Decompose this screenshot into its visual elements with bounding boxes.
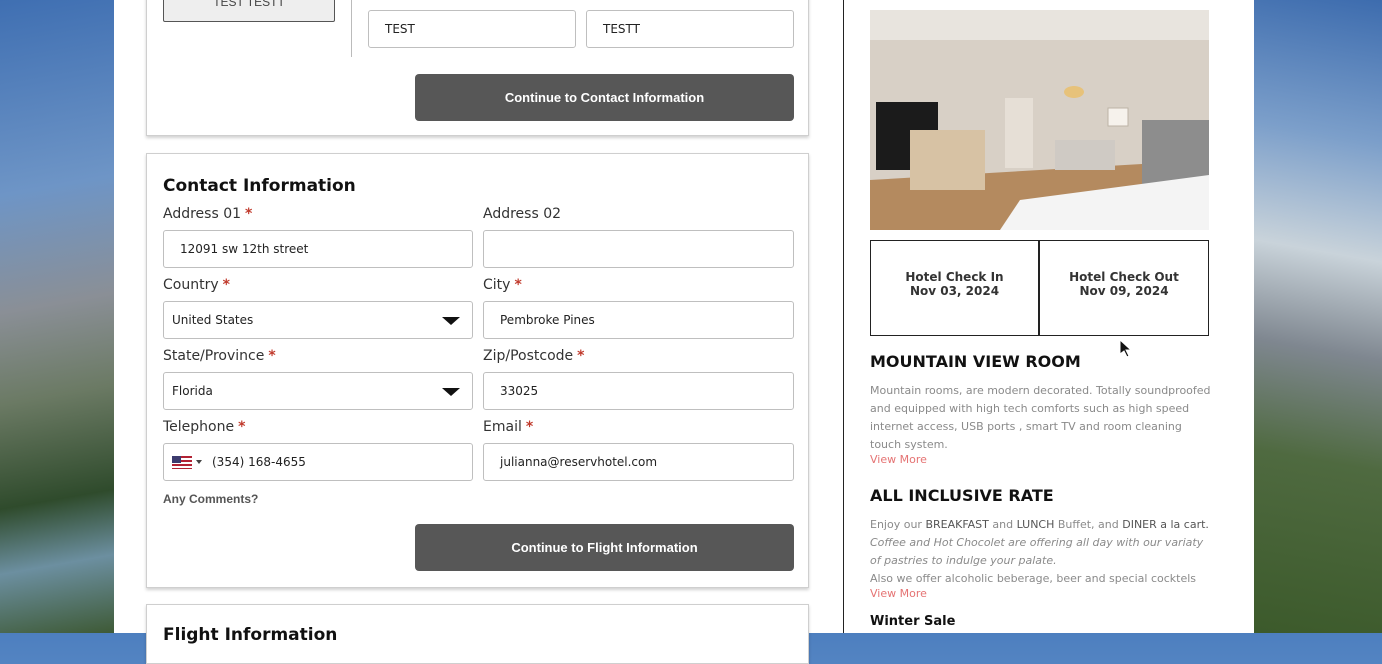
continue-contact-button[interactable]: Continue to Contact Information [415, 74, 794, 121]
email-value: julianna@reservhotel.com [500, 455, 658, 469]
contact-info-card: Contact Information Address 01 * Address … [146, 153, 809, 588]
country-value: United States [172, 313, 254, 327]
column-divider [351, 0, 352, 57]
flight-info-card: Flight Information [146, 604, 809, 664]
telephone-input[interactable]: (354) 168-4655 [163, 443, 473, 481]
check-in-box: Hotel Check In Nov 03, 2024 [870, 240, 1039, 336]
mouse-pointer-icon [1120, 340, 1132, 358]
country-select[interactable]: United States [163, 301, 473, 339]
state-select[interactable]: Florida [163, 372, 473, 410]
first-name-value: TEST [385, 22, 415, 36]
flight-section-title: Flight Information [163, 625, 338, 645]
check-in-label: Hotel Check In [905, 270, 1004, 284]
chevron-down-icon [442, 388, 460, 396]
promo-title: Winter Sale [870, 614, 956, 629]
telephone-value: (354) 168-4655 [212, 455, 306, 469]
us-flag-icon[interactable] [172, 455, 192, 469]
required-mark: * [238, 419, 246, 435]
background-mountain-left [0, 0, 114, 633]
chevron-down-icon [196, 460, 202, 464]
city-label: City * [483, 277, 522, 293]
room-title: MOUNTAIN VIEW ROOM [870, 352, 1081, 371]
required-mark: * [245, 206, 253, 222]
room-description: Mountain rooms, are modern decorated. To… [870, 384, 1211, 451]
check-out-date: Nov 09, 2024 [1079, 284, 1169, 298]
required-mark: * [577, 348, 585, 364]
required-mark: * [268, 348, 276, 364]
chevron-down-icon [442, 317, 460, 325]
required-mark: * [514, 277, 522, 293]
check-out-box: Hotel Check Out Nov 09, 2024 [1039, 240, 1209, 336]
required-mark: * [525, 419, 534, 435]
room-illustration [870, 10, 1209, 230]
last-name-input[interactable]: TESTT [586, 10, 794, 48]
zip-input[interactable]: 33025 [483, 372, 794, 410]
rate-view-more-link[interactable]: View More [870, 587, 927, 600]
booking-page: TEST TESTT TEST TESTT Continue to Contac… [114, 0, 1254, 664]
telephone-label: Telephone * [163, 419, 246, 435]
address1-input[interactable]: 12091 sw 12th street [163, 230, 473, 268]
city-input[interactable]: Pembroke Pines [483, 301, 794, 339]
email-label: Email * [483, 419, 534, 435]
contact-section-title: Contact Information [163, 176, 356, 196]
address1-value: 12091 sw 12th street [180, 242, 309, 256]
state-label: State/Province * [163, 348, 276, 364]
first-name-input[interactable]: TEST [368, 10, 576, 48]
comments-link[interactable]: Any Comments? [163, 492, 258, 506]
column-separator [843, 0, 844, 633]
guest-info-card: TEST TESTT TEST TESTT Continue to Contac… [146, 0, 809, 136]
address1-label: Address 01 * [163, 206, 253, 222]
city-value: Pembroke Pines [500, 313, 595, 327]
address2-input[interactable] [483, 230, 794, 268]
last-name-value: TESTT [603, 22, 640, 36]
email-input[interactable]: julianna@reservhotel.com [483, 443, 794, 481]
hotel-room-image [870, 10, 1209, 230]
rate-description: Enjoy our BREAKFAST and LUNCH Buffet, an… [870, 518, 1209, 585]
background-mountain-right [1254, 0, 1382, 633]
state-value: Florida [172, 384, 213, 398]
required-mark: * [222, 277, 230, 293]
rate-title: ALL INCLUSIVE RATE [870, 486, 1054, 505]
check-out-label: Hotel Check Out [1069, 270, 1179, 284]
guest-name-text: TEST TESTT [213, 0, 285, 9]
guest-name-badge: TEST TESTT [163, 0, 335, 22]
check-in-date: Nov 03, 2024 [909, 284, 1000, 298]
zip-label: Zip/Postcode * [483, 348, 585, 364]
zip-value: 33025 [500, 384, 539, 398]
continue-flight-button[interactable]: Continue to Flight Information [415, 524, 794, 571]
address2-label: Address 02 [483, 206, 562, 222]
room-view-more-link[interactable]: View More [870, 453, 927, 466]
country-label: Country * [163, 277, 230, 293]
